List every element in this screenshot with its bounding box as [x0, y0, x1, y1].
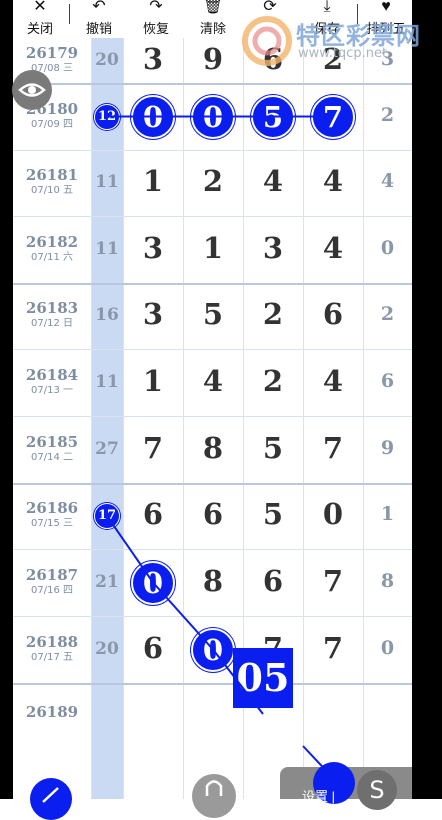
connector-line — [302, 745, 334, 779]
close-button[interactable]: ✕ 关闭 — [15, 0, 65, 37]
clear-button[interactable]: 🗑 清除 — [188, 0, 238, 37]
undo-button[interactable]: ↶ 撤销 — [74, 0, 124, 37]
redo-button[interactable]: ↷ 恢复 — [131, 0, 181, 37]
close-icon: ✕ — [33, 0, 47, 15]
right-screen-edge — [412, 0, 442, 799]
redo-icon: ↷ — [149, 0, 163, 15]
connector-line — [152, 581, 214, 651]
left-screen-edge — [0, 0, 13, 799]
connector-line — [106, 515, 154, 584]
toolbar-divider — [69, 4, 70, 24]
undo-icon: ↶ — [92, 0, 106, 15]
trash-icon: 🗑 — [202, 0, 224, 15]
connector-line — [212, 648, 264, 715]
connector-lines — [106, 115, 334, 779]
